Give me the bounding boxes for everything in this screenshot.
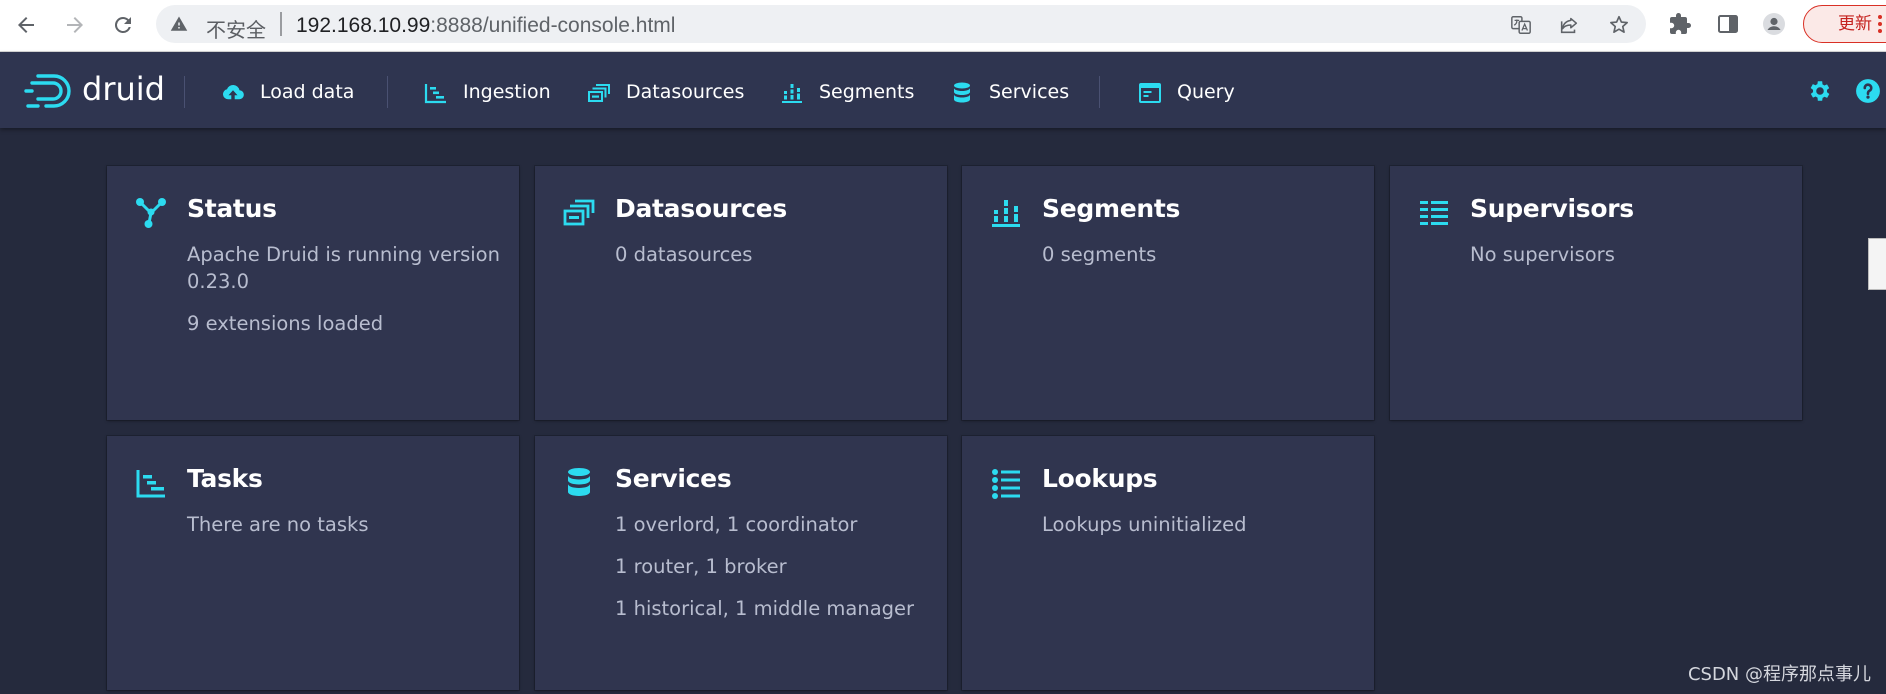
warning-icon[interactable]: [170, 15, 188, 33]
tasks-card[interactable]: Tasks There are no tasks: [107, 436, 519, 690]
card-line: Lookups uninitialized: [1042, 513, 1247, 536]
profile-avatar-icon[interactable]: [1762, 12, 1786, 36]
card-line: There are no tasks: [187, 513, 369, 536]
multi-select-icon: [587, 81, 611, 105]
card-title: Datasources: [615, 194, 787, 223]
datasources-card[interactable]: Datasources 0 datasources: [535, 166, 947, 420]
gantt-chart-icon: [424, 81, 448, 105]
graph-icon: [135, 197, 167, 229]
side-panel-icon[interactable]: [1716, 12, 1740, 36]
menu-dots-icon[interactable]: [1877, 14, 1883, 34]
translate-icon[interactable]: [1510, 14, 1532, 36]
share-icon[interactable]: [1558, 14, 1580, 36]
url-text[interactable]: 192.168.10.99:8888/unified-console.html: [296, 14, 675, 38]
extensions-icon[interactable]: [1668, 12, 1692, 36]
card-line: 0 segments: [1042, 243, 1157, 266]
nav-label: Ingestion: [463, 81, 551, 103]
database-icon: [950, 81, 974, 105]
card-line: 1 overlord, 1 coordinator: [615, 513, 858, 536]
nav-label: Query: [1177, 81, 1235, 103]
header-divider: [184, 76, 185, 108]
druid-header: druid Load data Ingestion Datasources Se…: [0, 52, 1886, 128]
card-line: No supervisors: [1470, 243, 1615, 266]
supervisors-card[interactable]: Supervisors No supervisors: [1390, 166, 1802, 420]
status-card[interactable]: Status Apache Druid is running version 0…: [107, 166, 519, 420]
cloud-upload-icon: [221, 81, 245, 105]
nav-label: Segments: [819, 81, 915, 103]
update-button[interactable]: 更新: [1803, 5, 1886, 43]
services-card[interactable]: Services 1 overlord, 1 coordinator 1 rou…: [535, 436, 947, 690]
url-separator: [280, 12, 282, 36]
stacked-chart-icon: [780, 81, 804, 105]
card-line: 1 router, 1 broker: [615, 555, 787, 578]
card-title: Status: [187, 194, 277, 223]
application-icon: [1138, 81, 1162, 105]
multi-select-icon: [563, 197, 595, 229]
back-button[interactable]: [14, 13, 38, 37]
side-scroll-tab[interactable]: [1868, 238, 1886, 290]
nav-label: Datasources: [626, 81, 745, 103]
properties-list-icon: [990, 467, 1022, 499]
settings-gear-icon[interactable]: [1807, 78, 1833, 104]
card-line: 1 historical, 1 middle manager: [615, 597, 915, 620]
url-host: 192.168.10.99: [296, 14, 431, 37]
card-title: Lookups: [1042, 464, 1158, 493]
druid-logo-icon: [24, 74, 71, 108]
nav-label: Load data: [260, 81, 355, 103]
card-title: Services: [615, 464, 732, 493]
browser-toolbar: 不安全 192.168.10.99:8888/unified-console.h…: [0, 0, 1886, 52]
list-columns-icon: [1418, 197, 1450, 229]
reload-button[interactable]: [111, 13, 135, 37]
url-path: :8888/unified-console.html: [430, 14, 676, 37]
gantt-chart-icon: [135, 467, 167, 499]
card-line: Apache Druid is running version 0.23.0: [187, 243, 500, 293]
card-title: Segments: [1042, 194, 1181, 223]
help-icon[interactable]: [1855, 78, 1881, 104]
card-line: 9 extensions loaded: [187, 312, 384, 335]
nav-label: Services: [989, 81, 1070, 103]
not-secure-label[interactable]: 不安全: [206, 14, 266, 43]
card-title: Supervisors: [1470, 194, 1634, 223]
watermark-text: CSDN @程序那点事儿: [1687, 664, 1871, 685]
card-line: 0 datasources: [615, 243, 753, 266]
card-title: Tasks: [187, 464, 263, 493]
database-icon: [563, 467, 595, 499]
druid-logo-text: druid: [82, 70, 165, 108]
lookups-card[interactable]: Lookups Lookups uninitialized: [962, 436, 1374, 690]
segments-card[interactable]: Segments 0 segments: [962, 166, 1374, 420]
header-divider: [387, 76, 388, 108]
stacked-chart-icon: [990, 197, 1022, 229]
address-bar[interactable]: 不安全 192.168.10.99:8888/unified-console.h…: [156, 5, 1646, 43]
header-divider: [1099, 76, 1100, 108]
forward-button[interactable]: [63, 13, 87, 37]
bookmark-star-icon[interactable]: [1608, 14, 1630, 36]
